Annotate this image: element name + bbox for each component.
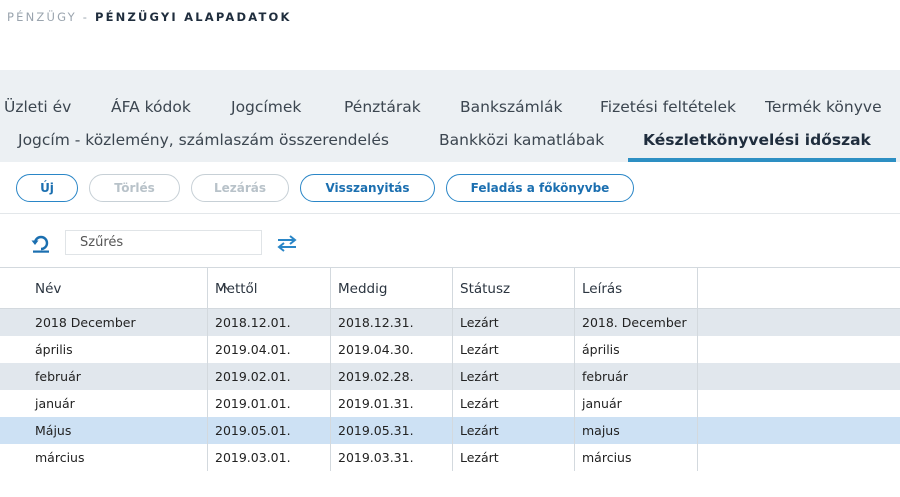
cell-to: 2019.04.30. [331, 336, 453, 363]
cell-status: Lezárt [453, 390, 575, 417]
tab-termek-konyvelesi[interactable]: Termék könyve [765, 98, 900, 116]
tab-fizetesi-feltetelek[interactable]: Fizetési feltételek [600, 98, 736, 116]
cell-from: 2019.04.01. [208, 336, 331, 363]
table-row[interactable]: február 2019.02.01. 2019.02.28. Lezárt f… [0, 363, 900, 390]
cell-to: 2019.02.28. [331, 363, 453, 390]
cell-from: 2019.01.01. [208, 390, 331, 417]
column-header-name[interactable]: Név [28, 267, 229, 309]
table-row[interactable]: április 2019.04.01. 2019.04.30. Lezárt á… [0, 336, 900, 363]
active-tab-indicator [628, 158, 896, 162]
tab-afa-kodok[interactable]: ÁFA kódok [111, 98, 191, 116]
cell-from: 2019.05.01. [208, 417, 331, 444]
cell-name: április [28, 336, 208, 363]
filter-input[interactable] [65, 230, 262, 255]
cell-to: 2019.03.31. [331, 444, 453, 471]
close-period-button[interactable]: Lezárás [191, 174, 289, 202]
column-header-status[interactable]: Státusz [453, 267, 575, 309]
delete-button[interactable]: Törlés [89, 174, 180, 202]
column-header-label: Név [35, 281, 62, 297]
column-header-description[interactable]: Leírás [575, 267, 698, 309]
cell-description: január [575, 390, 698, 417]
breadcrumb-current: PÉNZÜGYI ALAPADATOK [94, 10, 292, 24]
breadcrumb-parent[interactable]: PÉNZÜGY - [7, 10, 89, 24]
cell-description: április [575, 336, 698, 363]
post-to-ledger-button[interactable]: Feladás a főkönyvbe [446, 174, 634, 202]
table-row-selected[interactable]: Május 2019.05.01. 2019.05.31. Lezárt maj… [0, 417, 900, 444]
cell-from: 2019.02.01. [208, 363, 331, 390]
cell-status: Lezárt [453, 363, 575, 390]
cell-status: Lezárt [453, 417, 575, 444]
undo-icon[interactable] [30, 232, 52, 254]
cell-from: 2018.12.01. [208, 309, 331, 336]
tab-keszletkonyvelesi-idoszak[interactable]: Készletkönyvelési időszak [643, 131, 871, 149]
tab-uzleti-ev[interactable]: Üzleti év [4, 98, 71, 116]
cell-name: Május [28, 417, 208, 444]
table-row[interactable]: január 2019.01.01. 2019.01.31. Lezárt ja… [0, 390, 900, 417]
toolbar-divider [0, 213, 900, 214]
cell-description: 2018. December [575, 309, 698, 336]
cell-name: február [28, 363, 208, 390]
column-header-to[interactable]: Meddig [331, 267, 453, 309]
swap-arrows-icon[interactable] [275, 232, 299, 254]
tab-bankszamlak[interactable]: Bankszámlák [460, 98, 563, 116]
tab-jogcim-kozlemeny[interactable]: Jogcím - közlemény, számlaszám összerend… [18, 131, 389, 149]
breadcrumb: PÉNZÜGY - PÉNZÜGYI ALAPADATOK [7, 10, 292, 24]
cell-status: Lezárt [453, 336, 575, 363]
cell-from: 2019.03.01. [208, 444, 331, 471]
tab-jogcimek[interactable]: Jogcímek [231, 98, 301, 116]
table-row[interactable]: 2018 December 2018.12.01. 2018.12.31. Le… [0, 309, 900, 336]
cell-to: 2019.01.31. [331, 390, 453, 417]
tab-bankkozi-kamatlabak[interactable]: Bankközi kamatlábak [439, 131, 604, 149]
cell-description: február [575, 363, 698, 390]
cell-to: 2019.05.31. [331, 417, 453, 444]
cell-description: majus [575, 417, 698, 444]
cell-name: 2018 December [28, 309, 208, 336]
cell-name: március [28, 444, 208, 471]
cell-description: március [575, 444, 698, 471]
table-row[interactable]: március 2019.03.01. 2019.03.31. Lezárt m… [0, 444, 900, 471]
cell-to: 2018.12.31. [331, 309, 453, 336]
cell-status: Lezárt [453, 444, 575, 471]
new-button[interactable]: Új [16, 174, 78, 202]
tab-penztarak[interactable]: Pénztárak [344, 98, 421, 116]
cell-status: Lezárt [453, 309, 575, 336]
cell-name: január [28, 390, 208, 417]
grid-header: Név Mettől Meddig Státusz Leírás [0, 267, 900, 309]
reopen-button[interactable]: Visszanyitás [300, 174, 435, 202]
column-header-from[interactable]: Mettől [208, 267, 331, 309]
